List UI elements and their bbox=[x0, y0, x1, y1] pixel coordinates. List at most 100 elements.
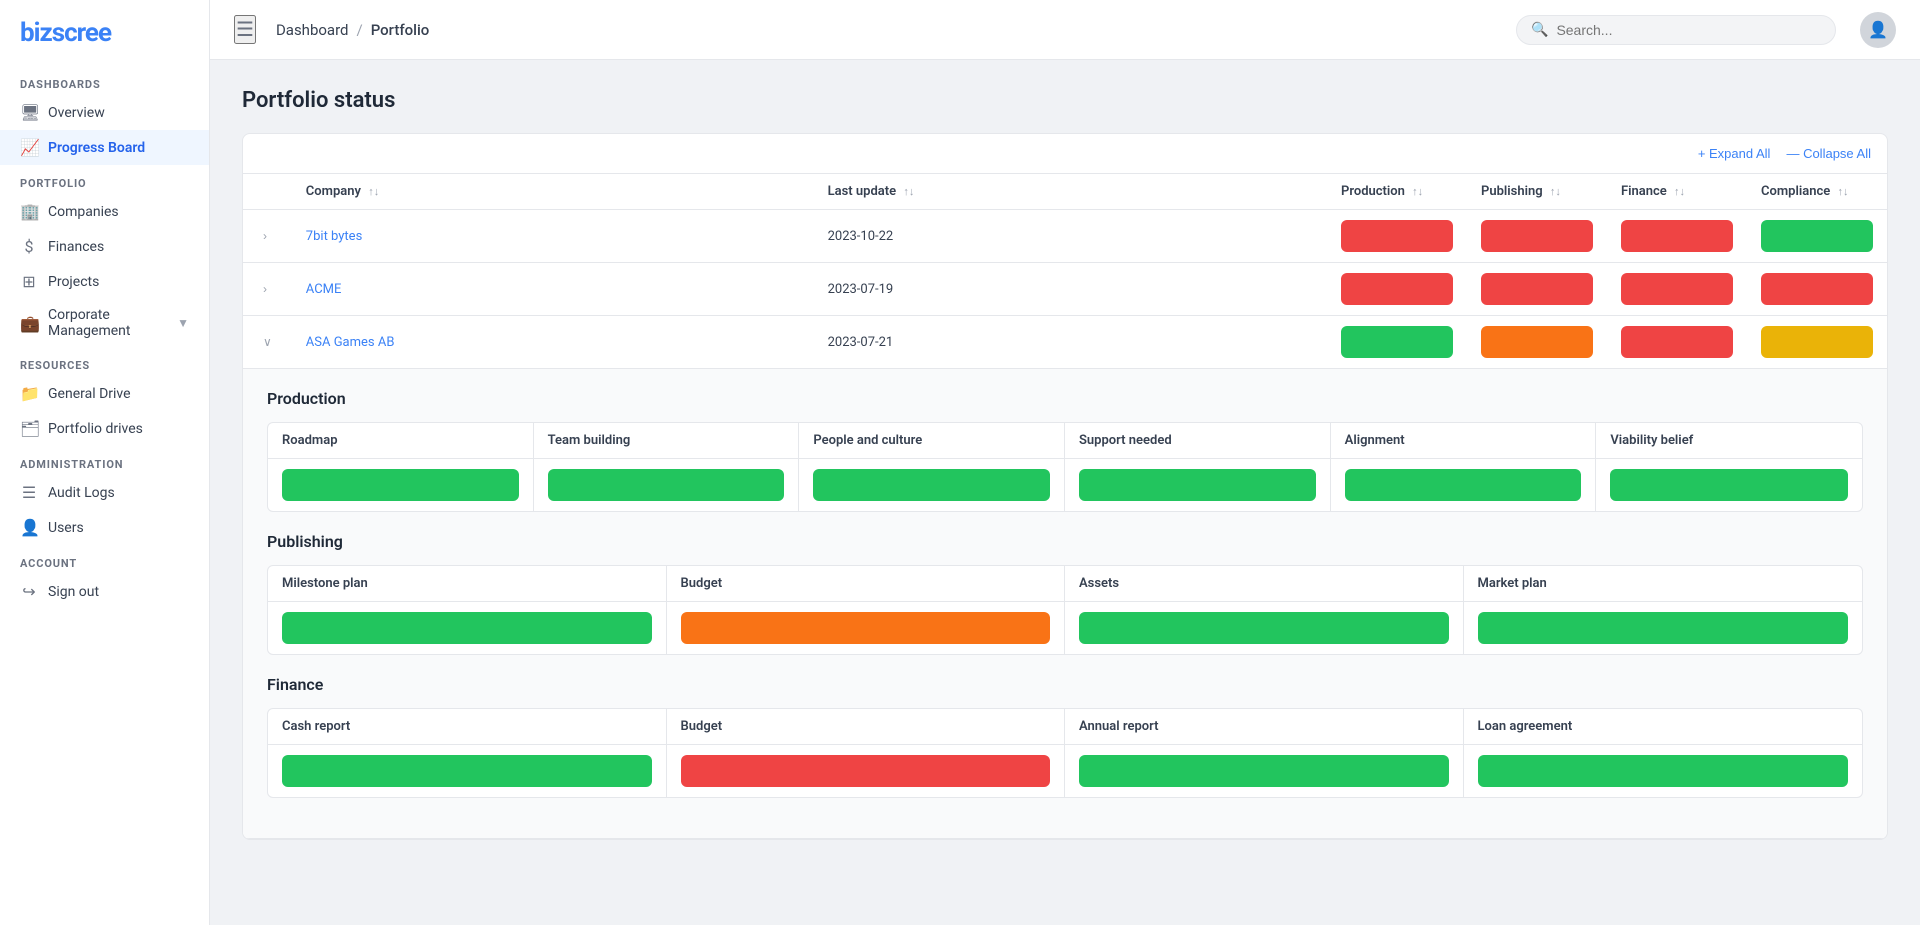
production-grid: Roadmap Team building People and culture… bbox=[267, 422, 1863, 512]
status-badge bbox=[1341, 273, 1453, 305]
finance-status-cell bbox=[1607, 316, 1747, 369]
sidebar-item-overview[interactable]: 🖥 Overview bbox=[0, 95, 209, 130]
sidebar-item-label: Corporate Management bbox=[48, 307, 167, 339]
sidebar-item-projects[interactable]: ⊞ Projects bbox=[0, 264, 209, 299]
expand-cell: › bbox=[243, 263, 292, 316]
company-link[interactable]: ASA Games AB bbox=[306, 335, 395, 350]
compliance-status-cell bbox=[1747, 263, 1887, 316]
sort-icon[interactable]: ↑↓ bbox=[1837, 185, 1848, 198]
chevron-down-icon: ▼ bbox=[177, 316, 189, 330]
portfolio-section-label: PORTFOLIO bbox=[0, 165, 209, 194]
expand-col-header bbox=[243, 174, 292, 210]
grid-icon: ⊞ bbox=[20, 272, 38, 291]
page-title: Portfolio status bbox=[242, 88, 1888, 113]
expand-all-button[interactable]: + Expand All bbox=[1698, 146, 1771, 161]
finance-status-cell bbox=[1607, 263, 1747, 316]
status-badge bbox=[1341, 220, 1453, 252]
grid-value-cell bbox=[1331, 459, 1597, 511]
sort-icon[interactable]: ↑↓ bbox=[1412, 185, 1423, 198]
sidebar-item-label: Companies bbox=[48, 204, 119, 220]
sort-icon[interactable]: ↑↓ bbox=[903, 185, 914, 198]
sidebar-item-audit-logs[interactable]: ☰ Audit Logs bbox=[0, 475, 209, 510]
sort-icon[interactable]: ↑↓ bbox=[1550, 185, 1561, 198]
finance-col-header: Finance ↑↓ bbox=[1607, 174, 1747, 210]
status-badge bbox=[1621, 326, 1733, 358]
last-update-cell: 2023-07-21 bbox=[814, 316, 1327, 369]
production-section-title: Production bbox=[267, 389, 1863, 408]
status-bar bbox=[282, 469, 519, 501]
compliance-status-cell bbox=[1747, 316, 1887, 369]
status-bar bbox=[1079, 755, 1449, 787]
status-badge bbox=[1761, 273, 1873, 305]
grid-header-cell: Annual report bbox=[1065, 709, 1464, 744]
building-icon: 🏢 bbox=[20, 202, 38, 221]
status-bar bbox=[1079, 469, 1316, 501]
sort-icon[interactable]: ↑↓ bbox=[1674, 185, 1685, 198]
grid-value-cell bbox=[667, 602, 1066, 654]
breadcrumb-separator: / bbox=[356, 21, 362, 39]
chart-icon: 📈 bbox=[20, 138, 38, 157]
company-link[interactable]: 7bit bytes bbox=[306, 229, 362, 244]
grid-value-cell bbox=[1065, 459, 1331, 511]
status-bar bbox=[1345, 469, 1582, 501]
sidebar-item-general-drive[interactable]: 📁 General Drive bbox=[0, 376, 209, 411]
sidebar-item-sign-out[interactable]: ↪ Sign out bbox=[0, 574, 209, 609]
sidebar-item-label: General Drive bbox=[48, 386, 131, 402]
sidebar-item-label: Users bbox=[48, 520, 84, 536]
sidebar-item-companies[interactable]: 🏢 Companies bbox=[0, 194, 209, 229]
hamburger-button[interactable]: ☰ bbox=[234, 15, 256, 44]
sidebar-item-finances[interactable]: $ Finances bbox=[0, 229, 209, 264]
company-col-header: Company ↑↓ bbox=[292, 174, 814, 210]
production-status-cell bbox=[1327, 316, 1467, 369]
status-bar bbox=[1478, 612, 1849, 644]
grid-header-cell: Cash report bbox=[268, 709, 667, 744]
production-status-cell bbox=[1327, 210, 1467, 263]
avatar[interactable]: 👤 bbox=[1860, 12, 1896, 48]
publishing-grid: Milestone plan Budget Assets Market plan bbox=[267, 565, 1863, 655]
search-icon: 🔍 bbox=[1531, 22, 1548, 38]
last-update-cell: 2023-10-22 bbox=[814, 210, 1327, 263]
grid-header-cell: Budget bbox=[667, 566, 1066, 601]
sidebar-item-corporate-management[interactable]: 💼 Corporate Management ▼ bbox=[0, 299, 209, 347]
company-link[interactable]: ACME bbox=[306, 282, 342, 297]
breadcrumb-current: Portfolio bbox=[371, 21, 430, 39]
compliance-status-cell bbox=[1747, 210, 1887, 263]
status-badge bbox=[1341, 326, 1453, 358]
users-icon: 👤 bbox=[20, 518, 38, 537]
page-content: Portfolio status + Expand All — Collapse… bbox=[210, 60, 1920, 925]
sort-icon[interactable]: ↑↓ bbox=[368, 185, 379, 198]
expand-button[interactable]: › bbox=[257, 280, 273, 298]
sidebar-item-progress-board[interactable]: 📈 Progress Board bbox=[0, 130, 209, 165]
collapse-all-button[interactable]: — Collapse All bbox=[1786, 146, 1871, 161]
status-badge bbox=[1481, 326, 1593, 358]
expand-button[interactable]: › bbox=[257, 227, 273, 245]
sidebar-item-label: Overview bbox=[48, 105, 105, 121]
expand-button[interactable]: ∨ bbox=[257, 333, 278, 351]
status-bar bbox=[282, 612, 652, 644]
grid-header-cell: Alignment bbox=[1331, 423, 1597, 458]
grid-value-cell bbox=[667, 745, 1066, 797]
sidebar: bizscree DASHBOARDS 🖥 Overview 📈 Progres… bbox=[0, 0, 210, 925]
grid-header-cell: Team building bbox=[534, 423, 800, 458]
publishing-grid-header: Milestone plan Budget Assets Market plan bbox=[268, 566, 1862, 602]
signout-icon: ↪ bbox=[20, 582, 38, 601]
status-badge bbox=[1761, 326, 1873, 358]
publishing-status-cell bbox=[1467, 263, 1607, 316]
search-input[interactable] bbox=[1556, 22, 1821, 38]
monitor-icon: 🖥 bbox=[20, 103, 38, 122]
publishing-grid-values bbox=[268, 602, 1862, 654]
status-bar bbox=[548, 469, 785, 501]
grid-value-cell bbox=[799, 459, 1065, 511]
expand-cell: ∨ bbox=[243, 316, 292, 369]
production-grid-header: Roadmap Team building People and culture… bbox=[268, 423, 1862, 459]
sidebar-item-portfolio-drives[interactable]: 🗂 Portfolio drives bbox=[0, 411, 209, 446]
breadcrumb-home[interactable]: Dashboard bbox=[276, 21, 349, 39]
sidebar-item-users[interactable]: 👤 Users bbox=[0, 510, 209, 545]
folder-star-icon: 🗂 bbox=[20, 419, 38, 438]
search-bar[interactable]: 🔍 bbox=[1516, 15, 1836, 45]
expanded-content-cell: Production Roadmap Team building People … bbox=[243, 369, 1887, 840]
main-content: ☰ Dashboard / Portfolio 🔍 👤 Portfolio st… bbox=[210, 0, 1920, 925]
table-row: ∨ ASA Games AB 2023-07-21 bbox=[243, 316, 1887, 369]
last-update-col-header: Last update ↑↓ bbox=[814, 174, 1327, 210]
grid-header-cell: Support needed bbox=[1065, 423, 1331, 458]
